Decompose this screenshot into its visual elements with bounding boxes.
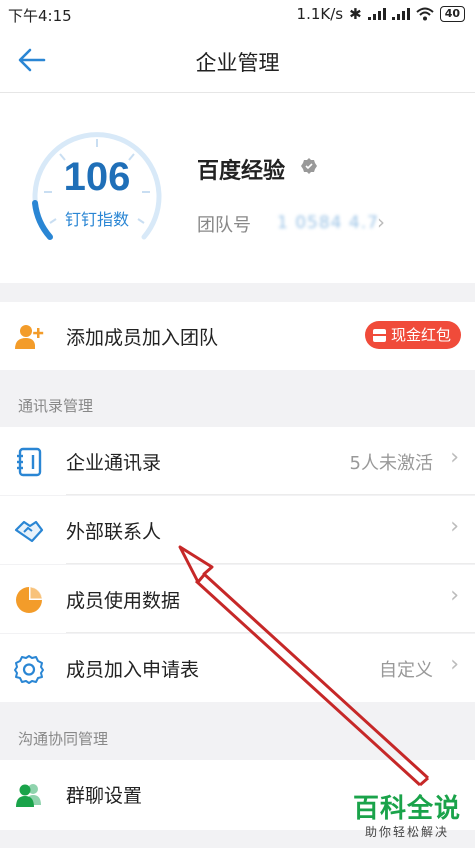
wifi-icon — [416, 7, 434, 21]
signal-icon — [367, 8, 386, 20]
add-user-icon — [15, 325, 44, 349]
verified-badge-icon — [301, 158, 317, 174]
gear-icon — [14, 655, 44, 684]
signal-icon-2 — [391, 8, 410, 20]
contacts-item-label: 成员使用数据 — [66, 590, 181, 612]
contacts-item-label: 成员加入申请表 — [66, 659, 200, 681]
cash-red-packet-label: 现金红包 — [390, 326, 451, 344]
chevron-right-icon[interactable]: › — [377, 210, 385, 234]
status-indicators: 1.1K/s ✱ 40 — [297, 5, 465, 23]
red-packet-icon — [372, 328, 386, 342]
dingtalk-index-label: 钉钉指数 — [64, 210, 129, 229]
watermark-logo: 百科全说 助你轻松解决 — [353, 788, 461, 840]
contacts-item-label: 外部联系人 — [66, 521, 162, 543]
nav-bar: 企业管理 — [0, 28, 475, 93]
contacts-item-label: 企业通讯录 — [66, 452, 162, 474]
team-id-value: 1 0584 4.7 — [277, 213, 379, 233]
watermark-subtitle: 助你轻松解决 — [364, 825, 449, 839]
pie-chart-icon — [16, 587, 42, 613]
status-bar: 下午4:15 1.1K/s ✱ 40 — [0, 0, 475, 28]
handshake-icon — [14, 520, 44, 543]
chevron-right-icon: › — [450, 445, 459, 470]
contacts-item-enterprise-directory[interactable]: 企业通讯录 5人未激活 › — [0, 427, 475, 495]
custom-value: 自定义 — [379, 660, 433, 681]
chevron-right-icon: › — [450, 514, 459, 539]
watermark-title: 百科全说 — [352, 794, 461, 824]
divider — [66, 563, 475, 564]
add-member-label: 添加成员加入团队 — [66, 327, 219, 349]
section-collab-title: 沟通协同管理 — [18, 730, 109, 748]
contacts-item-member-usage-data[interactable]: 成员使用数据 › — [0, 565, 475, 633]
address-book-icon — [17, 447, 42, 477]
collab-item-label: 群聊设置 — [66, 785, 143, 807]
inactive-count: 5人未激活 — [349, 453, 433, 474]
bluetooth-icon: ✱ — [349, 5, 362, 23]
org-name: 百度经验 — [197, 159, 286, 184]
status-time: 下午4:15 — [8, 7, 72, 25]
cash-red-packet-badge[interactable]: 现金红包 — [364, 321, 461, 349]
battery-indicator: 40 — [439, 6, 465, 22]
contacts-item-join-application-form[interactable]: 成员加入申请表 自定义 › — [0, 634, 475, 702]
add-member-row[interactable]: 添加成员加入团队 现金红包 — [0, 302, 475, 370]
org-header-card: 106 钉钉指数 百度经验 团队号 1 0584 4.7 › — [0, 93, 475, 283]
chevron-right-icon: › — [450, 652, 459, 677]
dingtalk-index-value: 106 — [63, 155, 131, 199]
group-users-icon — [16, 784, 41, 807]
divider — [66, 494, 475, 495]
section-contacts-title: 通讯录管理 — [18, 397, 94, 415]
team-id-label: 团队号 — [197, 215, 251, 236]
page-title: 企业管理 — [195, 51, 280, 75]
contacts-item-external-contacts[interactable]: 外部联系人 › — [0, 496, 475, 564]
network-speed: 1.1K/s — [296, 5, 344, 23]
divider — [66, 632, 475, 633]
chevron-right-icon: › — [450, 583, 459, 608]
